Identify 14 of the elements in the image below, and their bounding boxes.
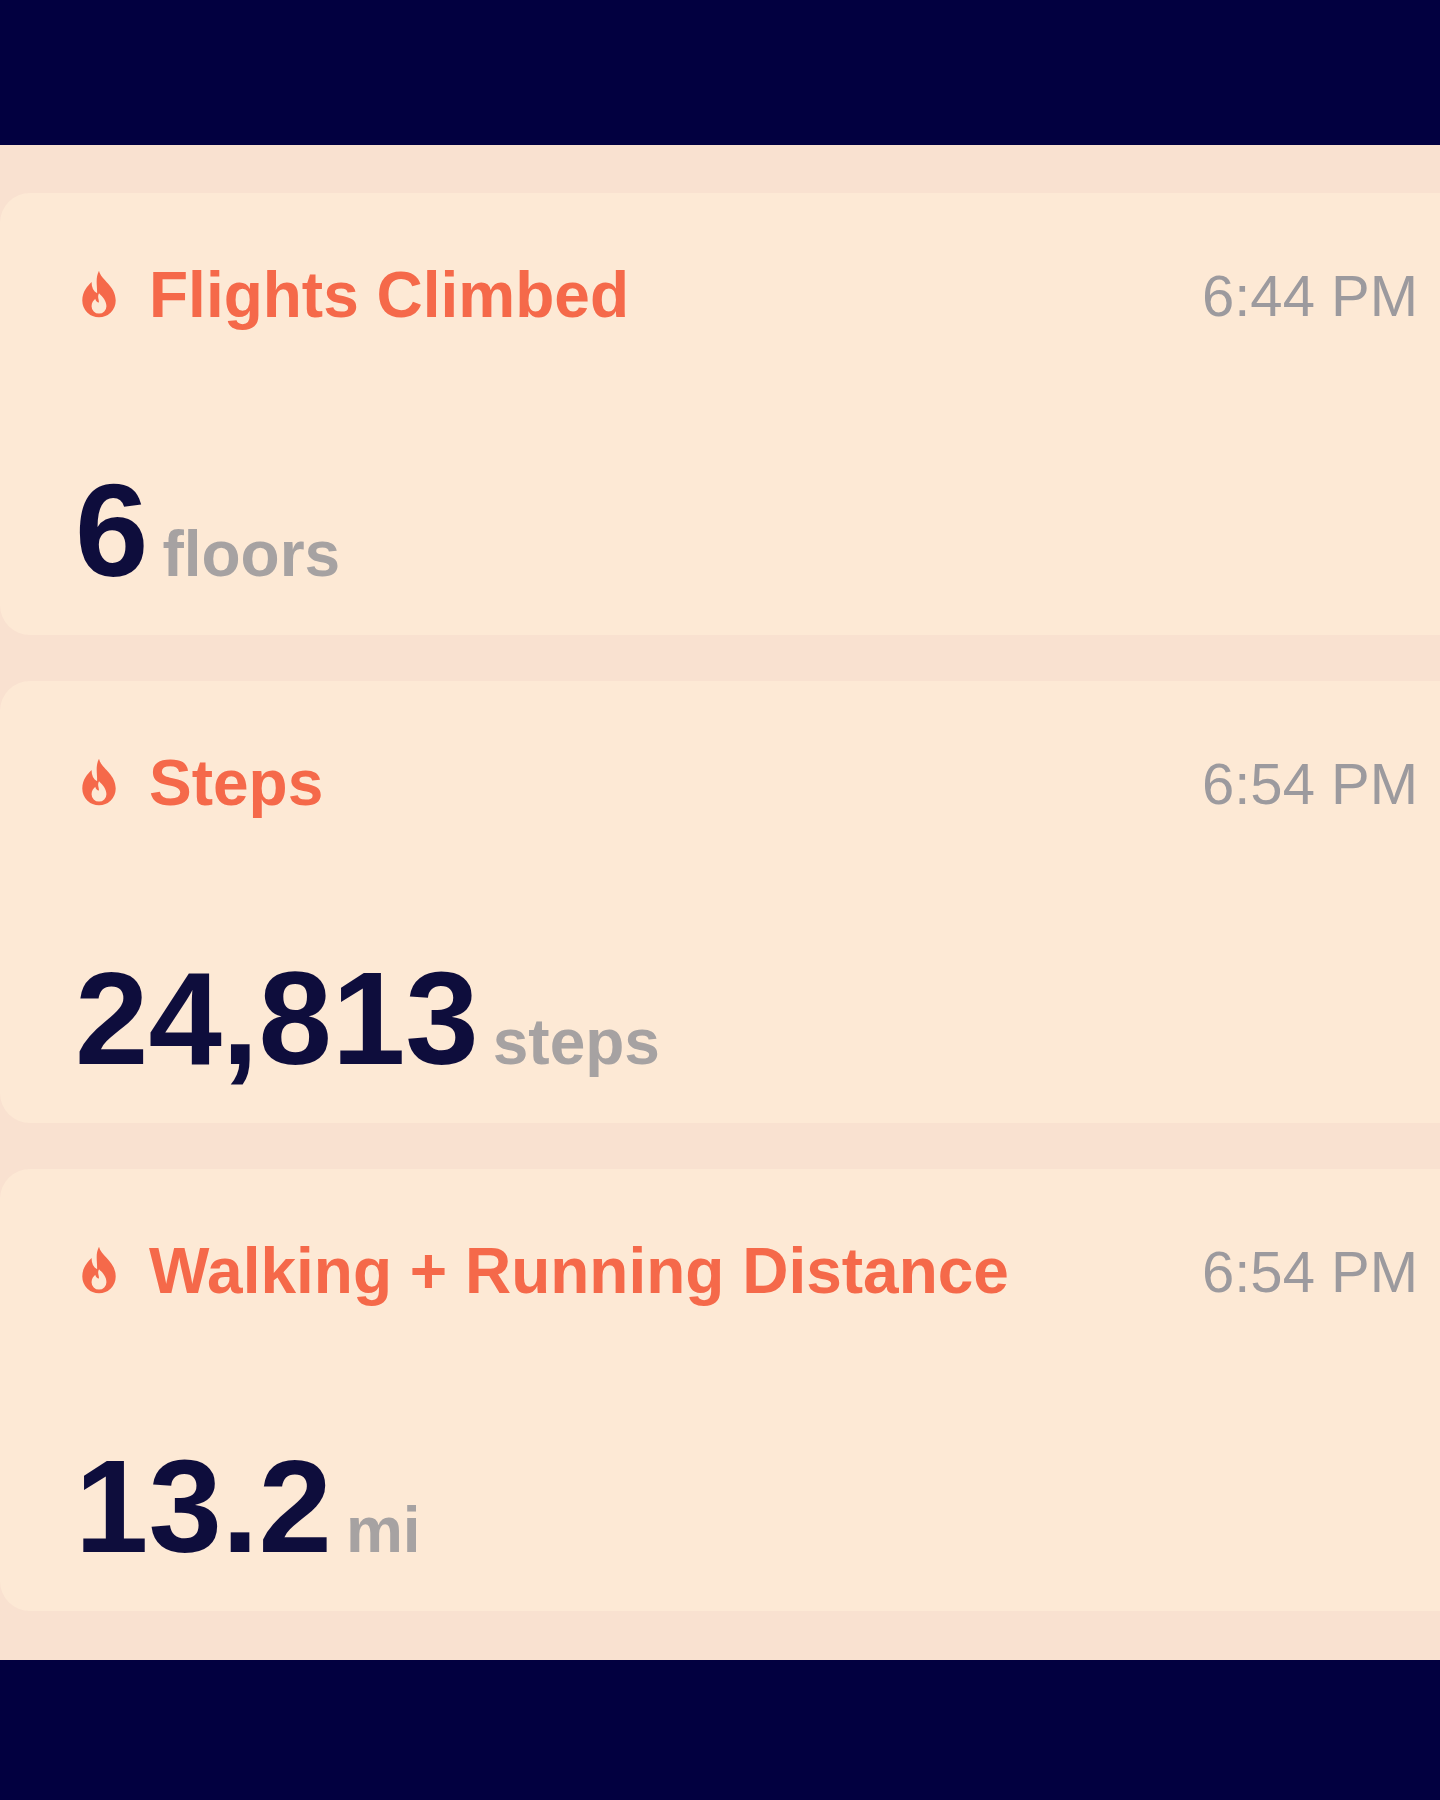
metric-value: 24,813	[75, 953, 479, 1085]
metric-value: 13.2	[75, 1441, 332, 1573]
timestamp: 6:44 PM	[1202, 261, 1418, 329]
metric-card[interactable]: Steps 6:54 PM 24,813 steps	[0, 681, 1440, 1123]
card-title: Walking + Running Distance	[149, 1234, 1010, 1308]
metric-unit: floors	[162, 522, 341, 586]
metric-card[interactable]: Walking + Running Distance 6:54 PM 13.2 mi	[0, 1169, 1440, 1611]
metric-card[interactable]: Flights Climbed 6:44 PM 6 floors	[0, 193, 1440, 635]
timestamp: 6:54 PM	[1202, 1237, 1418, 1305]
timestamp: 6:54 PM	[1202, 749, 1418, 817]
card-title: Steps	[149, 746, 325, 820]
card-title: Flights Climbed	[149, 258, 630, 332]
metric-value: 6	[75, 465, 149, 597]
metric-unit: mi	[345, 1498, 421, 1562]
